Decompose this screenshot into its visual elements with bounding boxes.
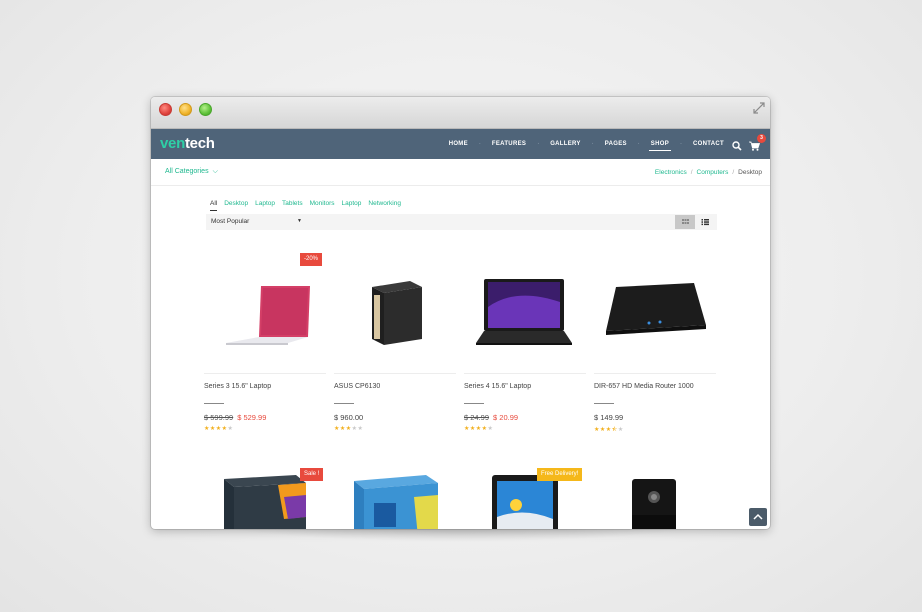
category-filters: All Desktop Laptop Tablets Monitors Lapt… [210, 200, 408, 211]
product-prices: $ 149.99 [594, 413, 623, 422]
product-image-webcam[interactable] [594, 467, 716, 529]
product-image-router[interactable] [594, 247, 716, 359]
nav-separator: · [680, 141, 683, 147]
sub-header: All Categories ⌵ Electronics / Computers … [151, 159, 770, 186]
free-delivery-badge: Free Delivery! [537, 468, 583, 481]
sale-price: $ 529.99 [237, 413, 267, 422]
caret-down-icon[interactable]: ▼ [297, 218, 302, 224]
nav-gallery[interactable]: GALLERY [548, 141, 583, 147]
card-divider [204, 373, 326, 374]
main-nav: HOME · FEATURES · GALLERY · PAGES · SHOP… [447, 129, 726, 159]
breadcrumb-separator: / [732, 169, 735, 176]
price: $ 960.00 [334, 413, 364, 422]
search-icon[interactable] [732, 138, 742, 151]
filter-laptop-2[interactable]: Laptop [342, 200, 362, 211]
nav-separator: · [637, 141, 640, 147]
close-button[interactable] [159, 103, 172, 116]
product-prices: $ 960.00 [334, 413, 363, 422]
nav-separator: · [478, 141, 481, 147]
card-dash [334, 403, 354, 404]
chevron-down-icon: ⌵ [212, 168, 218, 175]
price: $ 149.99 [594, 413, 624, 422]
filter-all[interactable]: All [210, 200, 217, 211]
cart-count-badge: 3 [757, 134, 766, 143]
nav-separator: · [591, 141, 594, 147]
filter-tablets[interactable]: Tablets [282, 200, 303, 211]
fullscreen-icon[interactable] [752, 101, 766, 115]
sale-price: $ 20.99 [493, 413, 519, 422]
filter-networking[interactable]: Networking [368, 200, 401, 211]
filter-desktop[interactable]: Desktop [224, 200, 248, 211]
product-name[interactable]: Series 3 15.6" Laptop [204, 383, 271, 390]
sort-toolbar: Most Popular ▼ [206, 214, 717, 230]
grid-view-button[interactable] [675, 215, 695, 229]
rating-stars: ★★★★★ [204, 426, 234, 432]
old-price: $ 599.99 [204, 413, 234, 422]
old-price: $ 24.99 [464, 413, 490, 422]
filter-monitors[interactable]: Monitors [310, 200, 335, 211]
sale-badge: Sale ! [300, 468, 324, 481]
discount-badge: -20% [300, 253, 323, 266]
logo-part-1: ven [160, 135, 185, 152]
card-divider [334, 373, 456, 374]
breadcrumb-electronics[interactable]: Electronics [655, 169, 687, 176]
site-logo[interactable]: ventech [160, 135, 215, 152]
breadcrumb: Electronics / Computers / Desktop [655, 169, 762, 176]
logo-part-2: tech [184, 135, 215, 152]
product-name[interactable]: Series 4 15.6" Laptop [464, 383, 531, 390]
product-name[interactable]: DIR-657 HD Media Router 1000 [594, 383, 694, 390]
scroll-to-top-button[interactable] [749, 508, 767, 526]
nav-contact[interactable]: CONTACT [691, 141, 726, 147]
categories-dropdown[interactable]: All Categories ⌵ [165, 168, 218, 176]
nav-pages[interactable]: PAGES [603, 141, 629, 147]
site-navbar: ventech HOME · FEATURES · GALLERY · PAGE… [151, 129, 770, 159]
rating-stars: ★★★★★ [334, 426, 364, 432]
product-prices: $ 599.99 $ 529.99 [204, 413, 266, 422]
rating-stars: ★★★⯪★ [594, 427, 624, 433]
card-divider [594, 373, 716, 374]
product-image-laptop-black[interactable] [464, 247, 586, 359]
card-dash [594, 403, 614, 404]
nav-separator: · [537, 141, 540, 147]
categories-label: All Categories [165, 168, 209, 175]
breadcrumb-desktop: Desktop [738, 169, 762, 176]
nav-home[interactable]: HOME [447, 141, 470, 147]
minimize-button[interactable] [179, 103, 192, 116]
filter-laptop[interactable]: Laptop [255, 200, 275, 211]
nav-features[interactable]: FEATURES [490, 141, 528, 147]
product-name[interactable]: ASUS CP6130 [334, 383, 380, 390]
browser-window: ventech HOME · FEATURES · GALLERY · PAGE… [151, 97, 770, 529]
product-prices: $ 24.99 $ 20.99 [464, 413, 518, 422]
rating-stars: ★★★★★ [464, 426, 494, 432]
nav-shop[interactable]: SHOP [648, 141, 672, 151]
breadcrumb-computers[interactable]: Computers [697, 169, 729, 176]
product-image-desktop-tower[interactable] [334, 247, 456, 359]
list-view-button[interactable] [695, 215, 715, 229]
product-image-cpu-box-blue[interactable] [334, 467, 456, 529]
card-divider [464, 373, 586, 374]
title-bar [151, 97, 770, 129]
card-dash [464, 403, 484, 404]
sort-select[interactable]: Most Popular [211, 218, 249, 225]
zoom-button[interactable] [199, 103, 212, 116]
breadcrumb-separator: / [690, 169, 693, 176]
card-dash [204, 403, 224, 404]
